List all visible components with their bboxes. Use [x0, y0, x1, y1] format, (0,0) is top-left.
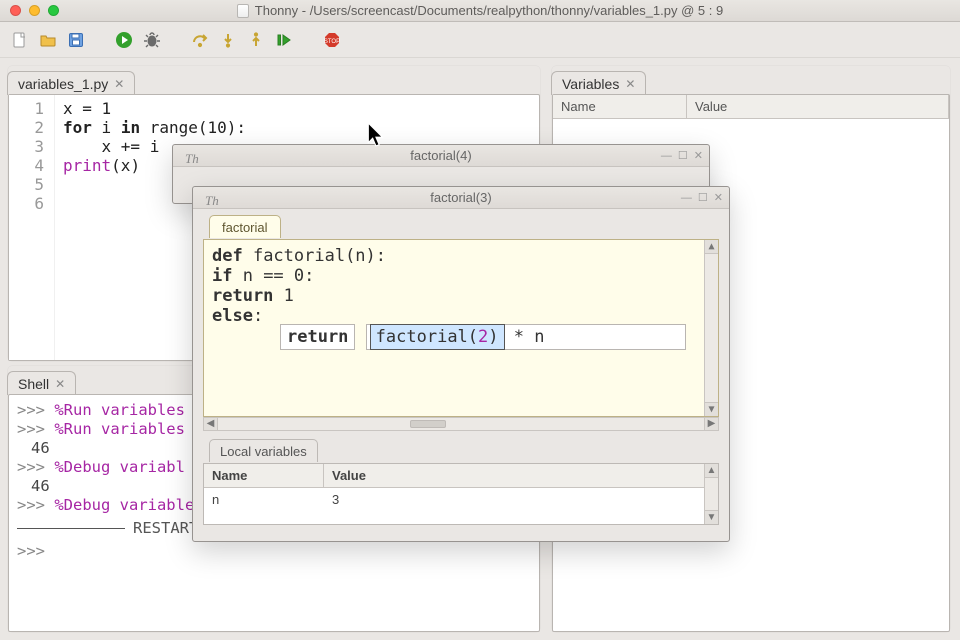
- resume-button[interactable]: [272, 28, 296, 52]
- frame-code-view[interactable]: ▲ ▼ def factorial(n): if n == 0: return …: [203, 239, 719, 417]
- document-icon: [237, 4, 249, 18]
- scroll-down-icon[interactable]: ▼: [705, 402, 718, 416]
- popup-maximize-icon[interactable]: ☐: [698, 191, 708, 204]
- step-out-button[interactable]: [244, 28, 268, 52]
- scroll-right-icon[interactable]: ▶: [704, 418, 718, 430]
- line-number: 4: [9, 156, 44, 175]
- scrollbar-thumb[interactable]: [410, 420, 446, 428]
- window-title: Thonny - /Users/screencast/Documents/rea…: [255, 3, 723, 18]
- scrollbar-horizontal[interactable]: ◀ ▶: [203, 417, 719, 431]
- scroll-up-icon[interactable]: ▲: [705, 464, 718, 478]
- close-tab-icon[interactable]: ✕: [55, 377, 65, 391]
- step-into-button[interactable]: [216, 28, 240, 52]
- locals-col-name[interactable]: Name: [204, 464, 324, 488]
- shell-tab[interactable]: Shell ✕: [7, 371, 76, 395]
- line-number: 3: [9, 137, 44, 156]
- locals-col-value[interactable]: Value: [324, 464, 718, 488]
- stepping-focus-box: factorial(2): [371, 325, 504, 349]
- close-tab-icon[interactable]: ✕: [114, 77, 124, 91]
- popup-close-icon[interactable]: ✕: [714, 191, 723, 204]
- line-number: 6: [9, 194, 44, 213]
- code-line[interactable]: x = 1: [63, 99, 533, 118]
- resume-icon: [275, 31, 293, 49]
- stepping-expression-box: factorial(2) * n: [366, 324, 686, 350]
- close-window-icon[interactable]: [10, 5, 21, 16]
- variables-table-header: Name Value: [553, 95, 949, 119]
- variables-col-name[interactable]: Name: [553, 95, 687, 119]
- scrollbar-vertical[interactable]: ▲ ▼: [704, 464, 718, 524]
- line-number: 1: [9, 99, 44, 118]
- scroll-up-icon[interactable]: ▲: [705, 240, 718, 254]
- step-into-icon: [219, 31, 237, 49]
- line-number: 5: [9, 175, 44, 194]
- variables-tab-label: Variables: [562, 76, 619, 92]
- scroll-down-icon[interactable]: ▼: [705, 510, 718, 524]
- thonny-badge-icon: Th: [205, 193, 219, 209]
- step-over-button[interactable]: [188, 28, 212, 52]
- code-line[interactable]: for i in range(10):: [63, 118, 533, 137]
- debug-frame-popup-front[interactable]: Th factorial(3) — ☐ ✕ factorial ▲ ▼ def …: [192, 186, 730, 542]
- editor-tab[interactable]: variables_1.py ✕: [7, 71, 135, 95]
- shell-tab-label: Shell: [18, 376, 49, 392]
- popup-titlebar[interactable]: Th factorial(3) — ☐ ✕: [193, 187, 729, 209]
- mac-titlebar: Thonny - /Users/screencast/Documents/rea…: [0, 0, 960, 22]
- stop-icon: STOP: [323, 31, 341, 49]
- step-over-icon: [191, 31, 209, 49]
- variables-tab[interactable]: Variables ✕: [551, 71, 646, 95]
- popup-minimize-icon[interactable]: —: [681, 192, 692, 204]
- local-variables-table: Name Value n 3 ▲ ▼: [203, 463, 719, 525]
- shell-line[interactable]: >>>: [17, 542, 531, 561]
- run-button[interactable]: [112, 28, 136, 52]
- popup-title-text: factorial(4): [410, 148, 471, 163]
- popup-titlebar[interactable]: Th factorial(4) — ☐ ✕: [173, 145, 709, 167]
- scroll-left-icon[interactable]: ◀: [204, 418, 218, 430]
- stop-button[interactable]: STOP: [320, 28, 344, 52]
- popup-title-text: factorial(3): [430, 190, 491, 205]
- minimize-window-icon[interactable]: [29, 5, 40, 16]
- step-out-icon: [247, 31, 265, 49]
- close-tab-icon[interactable]: ✕: [625, 77, 635, 91]
- new-file-button[interactable]: [8, 28, 32, 52]
- bug-icon: [143, 31, 161, 49]
- popup-maximize-icon[interactable]: ☐: [678, 149, 688, 162]
- thonny-badge-icon: Th: [185, 151, 199, 167]
- open-folder-icon: [39, 31, 57, 49]
- popup-close-icon[interactable]: ✕: [694, 149, 703, 162]
- save-file-button[interactable]: [64, 28, 88, 52]
- line-number: 2: [9, 118, 44, 137]
- play-icon: [115, 31, 133, 49]
- toolbar: STOP: [0, 22, 960, 58]
- window-controls: [0, 5, 59, 16]
- svg-text:STOP: STOP: [324, 39, 340, 45]
- scrollbar-vertical[interactable]: ▲ ▼: [704, 240, 718, 416]
- frame-tab[interactable]: factorial: [209, 215, 281, 238]
- locals-cell-value: 3: [324, 488, 718, 511]
- save-icon: [67, 31, 85, 49]
- debug-button[interactable]: [140, 28, 164, 52]
- locals-row: n 3: [204, 488, 718, 511]
- restart-label: RESTART: [133, 519, 198, 538]
- variables-col-value[interactable]: Value: [687, 95, 949, 119]
- editor-tab-label: variables_1.py: [18, 76, 108, 92]
- popup-minimize-icon[interactable]: —: [661, 150, 672, 162]
- local-variables-tab[interactable]: Local variables: [209, 439, 318, 462]
- zoom-window-icon[interactable]: [48, 5, 59, 16]
- new-file-icon: [11, 31, 29, 49]
- stepping-return-box: return: [280, 324, 355, 350]
- open-file-button[interactable]: [36, 28, 60, 52]
- locals-cell-name: n: [204, 488, 324, 511]
- line-number-gutter: 123456: [9, 95, 55, 360]
